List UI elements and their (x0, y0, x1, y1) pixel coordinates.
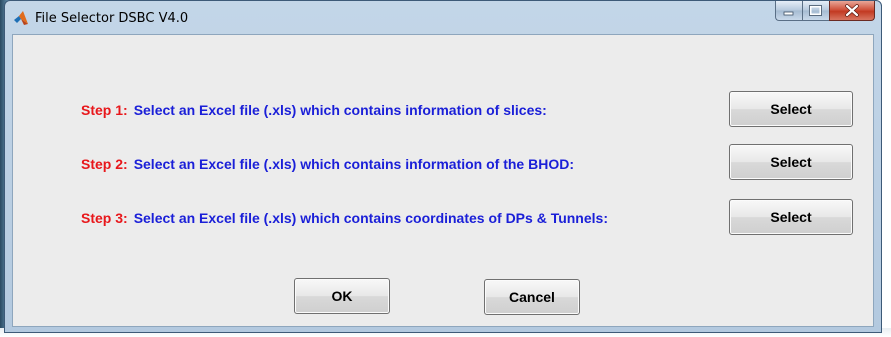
step-row-3: Step 3: Select an Excel file (.xls) which… (81, 210, 608, 230)
step-description: Select an Excel file (.xls) which contai… (133, 156, 574, 172)
step-label: Step 3: (81, 210, 128, 226)
window-title: File Selector DSBC V4.0 (35, 11, 189, 26)
ok-button[interactable]: OK (294, 278, 390, 314)
select-slices-button[interactable]: Select (729, 91, 853, 127)
minimize-icon (783, 11, 794, 16)
step-label: Step 1: (81, 102, 128, 118)
minimize-button[interactable] (775, 1, 802, 21)
caption-buttons (775, 1, 875, 23)
step-description: Select an Excel file (.xls) which contai… (133, 102, 547, 118)
dialog-window: File Selector DSBC V4.0 Step 1: Select a… (4, 0, 882, 333)
cancel-button[interactable]: Cancel (484, 279, 580, 315)
title-bar[interactable]: File Selector DSBC V4.0 (5, 1, 881, 35)
maximize-button[interactable] (802, 1, 829, 21)
select-bhod-button[interactable]: Select (729, 144, 853, 180)
step-row-2: Step 2: Select an Excel file (.xls) which… (81, 156, 574, 176)
select-coordinates-button[interactable]: Select (729, 199, 853, 235)
dialog-body: Step 1: Select an Excel file (.xls) which… (12, 34, 874, 327)
matlab-icon (13, 10, 29, 26)
close-button[interactable] (829, 1, 875, 21)
close-icon (845, 4, 859, 17)
step-row-1: Step 1: Select an Excel file (.xls) which… (81, 102, 547, 122)
step-label: Step 2: (81, 156, 128, 172)
step-description: Select an Excel file (.xls) which contai… (133, 210, 608, 226)
maximize-icon (809, 5, 822, 16)
